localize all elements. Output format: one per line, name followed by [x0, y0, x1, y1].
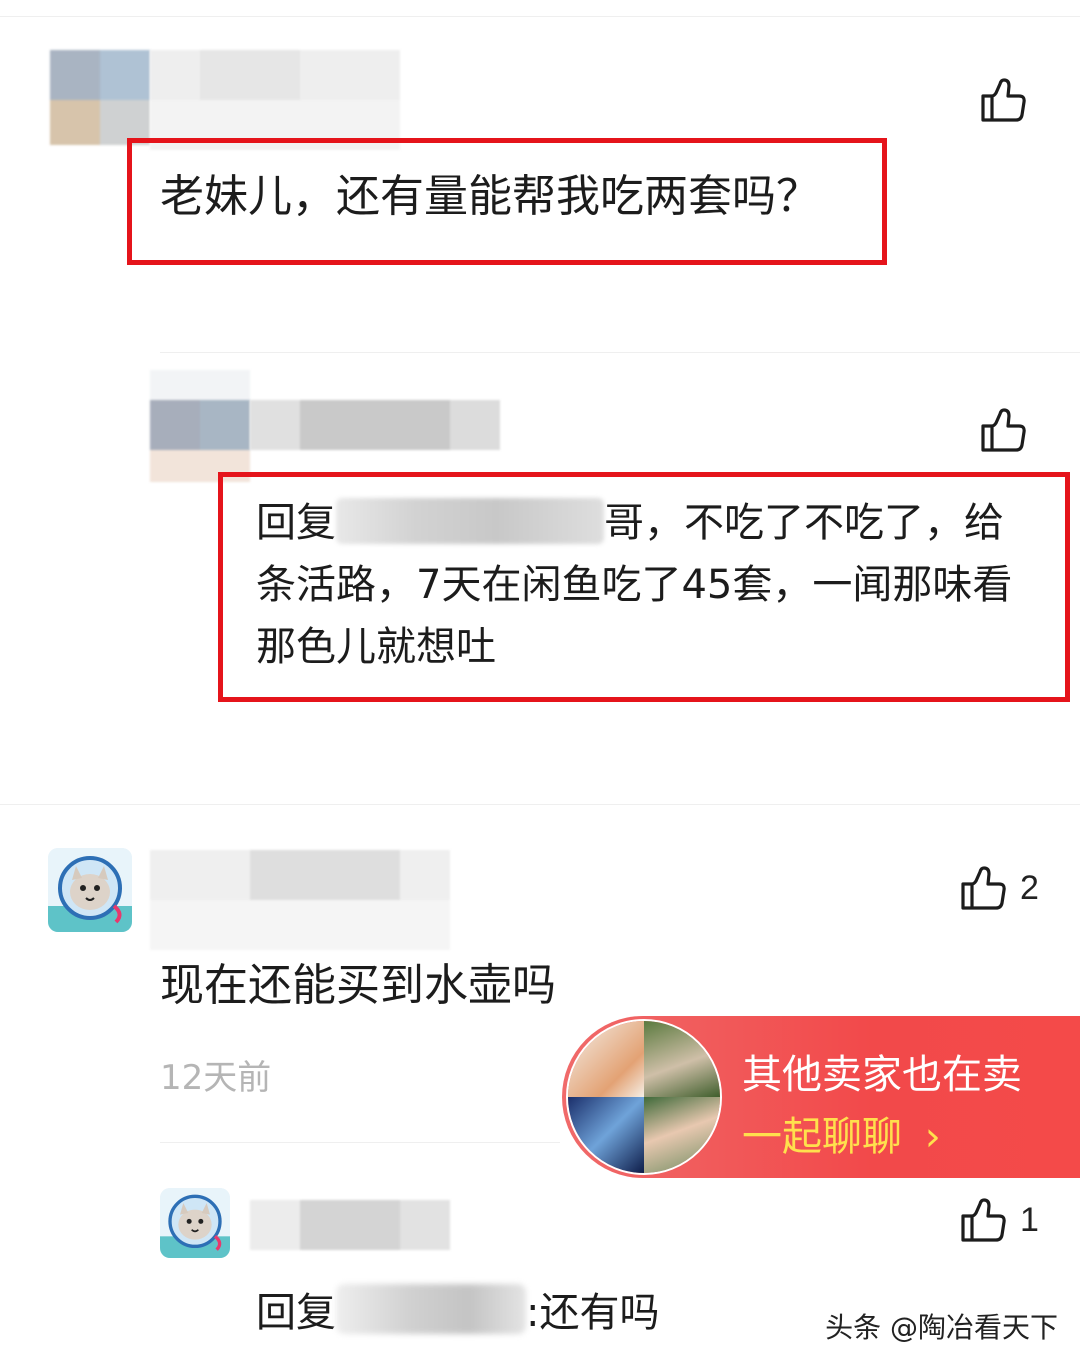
cat-avatar-icon: [160, 1188, 230, 1258]
top-divider: [0, 16, 1080, 17]
reply-text-line: 回复 :还有吗: [256, 1283, 659, 1344]
mention-blurred[interactable]: [336, 1284, 526, 1334]
like-button[interactable]: [980, 78, 1040, 122]
mention-blurred[interactable]: [336, 498, 604, 544]
reply-text-continued: 哥，不吃了不吃了，给: [604, 500, 1004, 546]
reply-text-line: 条活路，7天在闲鱼吃了45套，一闻那味看: [256, 562, 1013, 608]
reply-text-line: 回复 哥，不吃了不吃了，给: [256, 493, 1004, 554]
avatar[interactable]: [50, 50, 150, 145]
comment-divider: [0, 804, 1080, 805]
comment-text: 老妹儿，还有量能帮我吃两套吗？: [160, 171, 820, 222]
reply-prefix: 回复: [256, 500, 336, 546]
cat-avatar-icon: [48, 848, 132, 932]
banner-title: 其他卖家也在卖: [742, 1052, 1022, 1098]
avatar[interactable]: [160, 1188, 230, 1258]
comments-screen: { "comments": [ { "text": "老妹儿，还有量能帮我吃两套…: [0, 0, 1080, 1364]
seller-thumb: [644, 1097, 720, 1173]
watermark: 头条 @陶冶看天下: [825, 1311, 1058, 1344]
thumbs-up-icon: [961, 1198, 1006, 1242]
reply-divider: [160, 1142, 560, 1143]
chat-together-link[interactable]: 一起聊聊 ›: [742, 1104, 941, 1162]
seller-thumb: [644, 1021, 720, 1097]
reply-prefix: 回复: [256, 1290, 336, 1336]
like-button[interactable]: [980, 408, 1040, 452]
comment-time: 12天前: [160, 1058, 272, 1098]
like-button[interactable]: 2: [960, 866, 1039, 910]
like-button[interactable]: 1: [960, 1198, 1039, 1242]
reply-text-continued: :还有吗: [526, 1290, 660, 1336]
username-blurred[interactable]: [250, 1200, 450, 1250]
chevron-right-icon: ›: [924, 1114, 941, 1160]
seller-avatars: [566, 1019, 722, 1175]
avatar[interactable]: [48, 848, 132, 932]
like-count: 2: [1020, 868, 1039, 907]
thumbs-up-icon: [961, 866, 1006, 910]
thumbs-up-icon: [981, 408, 1026, 452]
seller-thumb: [568, 1097, 644, 1173]
username-blurred[interactable]: [150, 50, 400, 150]
seller-thumb: [568, 1021, 644, 1097]
reply-divider: [160, 352, 1080, 353]
reply-text-line: 那色儿就想吐: [256, 624, 496, 670]
thumbs-up-icon: [981, 78, 1026, 122]
chat-together-label: 一起聊聊: [742, 1114, 902, 1160]
username-blurred[interactable]: [150, 850, 450, 950]
comment-text: 现在还能买到水壶吗: [160, 960, 556, 1011]
avatar[interactable]: [150, 370, 250, 482]
username-blurred[interactable]: [250, 400, 500, 450]
other-sellers-banner[interactable]: 其他卖家也在卖 一起聊聊 ›: [562, 1016, 1080, 1178]
like-count: 1: [1020, 1200, 1039, 1239]
